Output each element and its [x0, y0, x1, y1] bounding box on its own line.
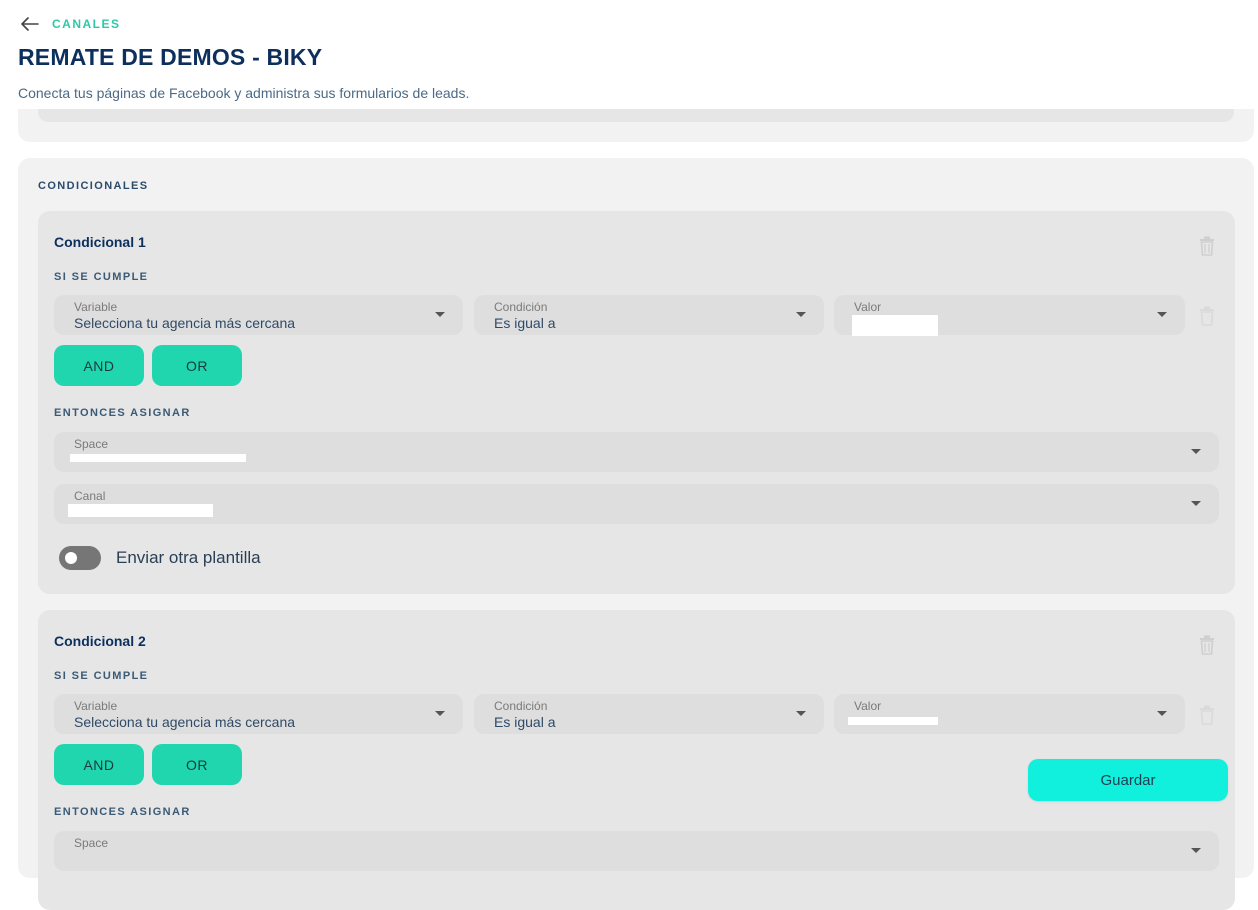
toggle-label: Enviar otra plantilla: [116, 548, 261, 567]
send-template-toggle[interactable]: [59, 546, 101, 570]
caret-down-icon: [796, 312, 806, 317]
breadcrumb: CANALES: [20, 14, 121, 34]
section-label: CONDICIONALES: [38, 180, 149, 192]
redacted-space: [70, 454, 246, 462]
toggle-knob: [65, 552, 77, 564]
redacted-value: [848, 717, 938, 725]
and-button[interactable]: AND: [54, 744, 144, 785]
then-label: ENTONCES ASIGNAR: [54, 407, 191, 419]
or-button[interactable]: OR: [152, 744, 242, 785]
condition-value: Es igual a: [494, 714, 556, 730]
variable-value: Selecciona tu agencia más cercana: [74, 714, 296, 730]
condition-label: Condición: [494, 699, 548, 713]
channel-select[interactable]: Canal: [54, 484, 1219, 524]
caret-down-icon: [796, 711, 806, 716]
breadcrumb-link[interactable]: CANALES: [52, 17, 121, 31]
page-title: REMATE DE DEMOS - BIKY: [18, 44, 323, 70]
caret-down-icon: [1157, 711, 1167, 716]
condition-select[interactable]: Condición Es igual a: [474, 295, 824, 335]
space-select[interactable]: Space: [54, 831, 1219, 871]
value-select[interactable]: Valor: [834, 694, 1185, 734]
save-button[interactable]: Guardar: [1028, 759, 1228, 801]
if-label: SI SE CUMPLE: [54, 271, 149, 283]
variable-value: Selecciona tu agencia más cercana: [74, 315, 296, 331]
variable-label: Variable: [74, 300, 118, 314]
delete-rule-trash-icon[interactable]: [1199, 705, 1215, 725]
conditional-title: Condicional 2: [54, 633, 146, 649]
page-subtitle: Conecta tus páginas de Facebook y admini…: [18, 85, 470, 101]
channel-label: Canal: [74, 489, 106, 503]
delete-conditional-trash-icon[interactable]: [1199, 635, 1215, 655]
if-label: SI SE CUMPLE: [54, 670, 149, 682]
condition-label: Condición: [494, 300, 548, 314]
page-header: CANALES REMATE DE DEMOS - BIKY Conecta t…: [0, 0, 1258, 109]
redacted-channel: [68, 504, 213, 517]
condition-select[interactable]: Condición Es igual a: [474, 694, 824, 734]
then-label: ENTONCES ASIGNAR: [54, 806, 191, 818]
value-label: Valor: [854, 699, 882, 713]
variable-label: Variable: [74, 699, 118, 713]
back-arrow-icon[interactable]: [20, 14, 40, 34]
value-label: Valor: [854, 300, 882, 314]
space-label: Space: [74, 836, 109, 850]
and-button[interactable]: AND: [54, 345, 144, 386]
condition-value: Es igual a: [494, 315, 556, 331]
variable-select[interactable]: Variable Selecciona tu agencia más cerca…: [54, 295, 463, 335]
or-button[interactable]: OR: [152, 345, 242, 386]
conditional-card-1: Condicional 1 SI SE CUMPLE Variable Sele…: [38, 211, 1235, 594]
caret-down-icon: [435, 312, 445, 317]
delete-conditional-trash-icon[interactable]: [1199, 236, 1215, 256]
caret-down-icon: [1191, 449, 1201, 454]
delete-rule-trash-icon[interactable]: [1199, 306, 1215, 326]
space-label: Space: [74, 437, 109, 451]
value-select[interactable]: Valor: [834, 295, 1185, 336]
caret-down-icon: [1191, 848, 1201, 853]
caret-down-icon: [1157, 312, 1167, 317]
conditional-title: Condicional 1: [54, 234, 146, 250]
caret-down-icon: [1191, 501, 1201, 506]
redacted-value: [852, 315, 938, 336]
variable-select[interactable]: Variable Selecciona tu agencia más cerca…: [54, 694, 463, 734]
caret-down-icon: [435, 711, 445, 716]
space-select[interactable]: Space: [54, 432, 1219, 472]
